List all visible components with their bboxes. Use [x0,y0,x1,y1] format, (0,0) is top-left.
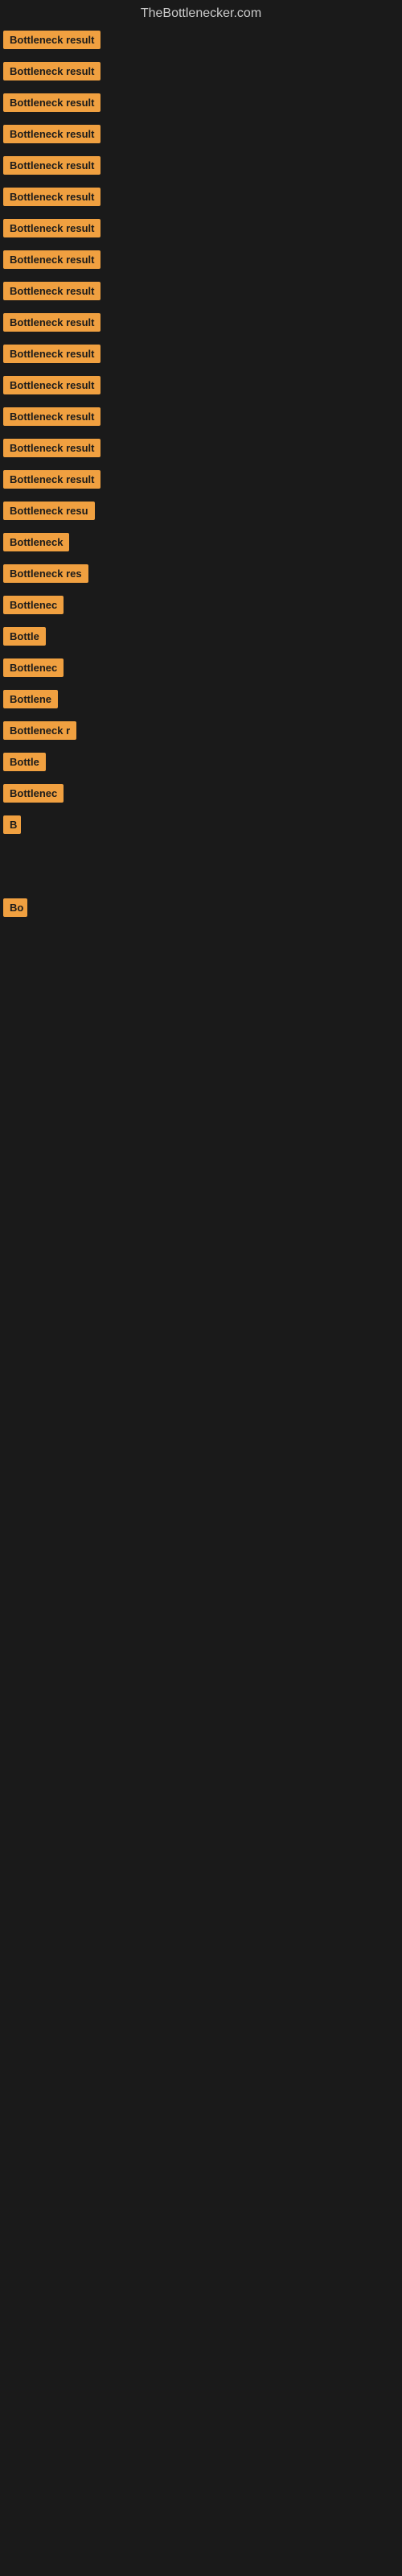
bottleneck-badge[interactable]: B [3,815,21,834]
site-header: TheBottlenecker.com [0,0,402,24]
list-item: Bottleneck resu [0,495,402,526]
list-item: Bottleneck r [0,715,402,746]
list-item [0,962,402,975]
list-item [0,936,402,949]
list-item: Bottlenec [0,589,402,621]
bottleneck-badge[interactable]: Bottleneck res [3,564,88,583]
list-item: Bottleneck [0,526,402,558]
list-item [0,840,402,853]
bottleneck-badge[interactable]: Bo [3,898,27,917]
list-item: Bottleneck result [0,181,402,213]
list-item: Bottleneck result [0,401,402,432]
bottleneck-badge[interactable]: Bottleneck result [3,188,100,206]
list-item: Bottleneck result [0,275,402,307]
list-item: Bottle [0,621,402,652]
list-item: Bottlene [0,683,402,715]
list-item: Bottle [0,746,402,778]
bottleneck-badge[interactable]: Bottle [3,753,46,771]
bottleneck-badge[interactable]: Bottleneck result [3,282,100,300]
list-item: Bottlenec [0,652,402,683]
bottleneck-badge[interactable]: Bottleneck result [3,219,100,237]
list-item: Bo [0,892,402,923]
list-item: Bottlenec [0,778,402,809]
bottleneck-badge[interactable]: Bottle [3,627,46,646]
bottleneck-badge[interactable]: Bottleneck result [3,250,100,269]
bottleneck-badge[interactable]: Bottleneck result [3,31,100,49]
bottleneck-badge[interactable]: Bottlenec [3,784,64,803]
bottleneck-badge[interactable]: Bottlenec [3,658,64,677]
list-item: Bottleneck result [0,307,402,338]
bottleneck-badge[interactable]: Bottleneck result [3,156,100,175]
list-item: Bottleneck result [0,87,402,118]
bottleneck-badge[interactable]: Bottleneck result [3,376,100,394]
bottleneck-badge[interactable]: Bottleneck result [3,93,100,112]
bottleneck-badge[interactable]: Bottleneck result [3,470,100,489]
bottleneck-badge[interactable]: Bottleneck result [3,345,100,363]
list-item: Bottleneck result [0,464,402,495]
bottleneck-badge[interactable]: Bottleneck result [3,439,100,457]
list-item: Bottleneck result [0,432,402,464]
site-title: TheBottlenecker.com [0,0,402,24]
list-item: Bottleneck result [0,24,402,56]
bottleneck-badge[interactable]: Bottleneck r [3,721,76,740]
list-item [0,949,402,962]
bottleneck-badge[interactable]: Bottleneck [3,533,69,551]
list-item: Bottleneck result [0,338,402,369]
bottleneck-badge[interactable]: Bottleneck result [3,407,100,426]
list-item [0,879,402,892]
list-item: Bottleneck result [0,118,402,150]
bottleneck-badge[interactable]: Bottleneck result [3,125,100,143]
list-item [0,866,402,879]
list-item [0,923,402,936]
bottleneck-badge[interactable]: Bottleneck result [3,313,100,332]
list-item: Bottleneck res [0,558,402,589]
list-item: Bottleneck result [0,369,402,401]
bottleneck-badge[interactable]: Bottlene [3,690,58,708]
list-item: B [0,809,402,840]
list-item [0,853,402,866]
bottleneck-badge[interactable]: Bottleneck resu [3,502,95,520]
bottleneck-badge[interactable]: Bottleneck result [3,62,100,80]
list-item: Bottleneck result [0,56,402,87]
bottleneck-badge[interactable]: Bottlenec [3,596,64,614]
list-item: Bottleneck result [0,150,402,181]
list-item: Bottleneck result [0,213,402,244]
bottleneck-list: Bottleneck result Bottleneck result Bottle… [0,24,402,975]
list-item: Bottleneck result [0,244,402,275]
